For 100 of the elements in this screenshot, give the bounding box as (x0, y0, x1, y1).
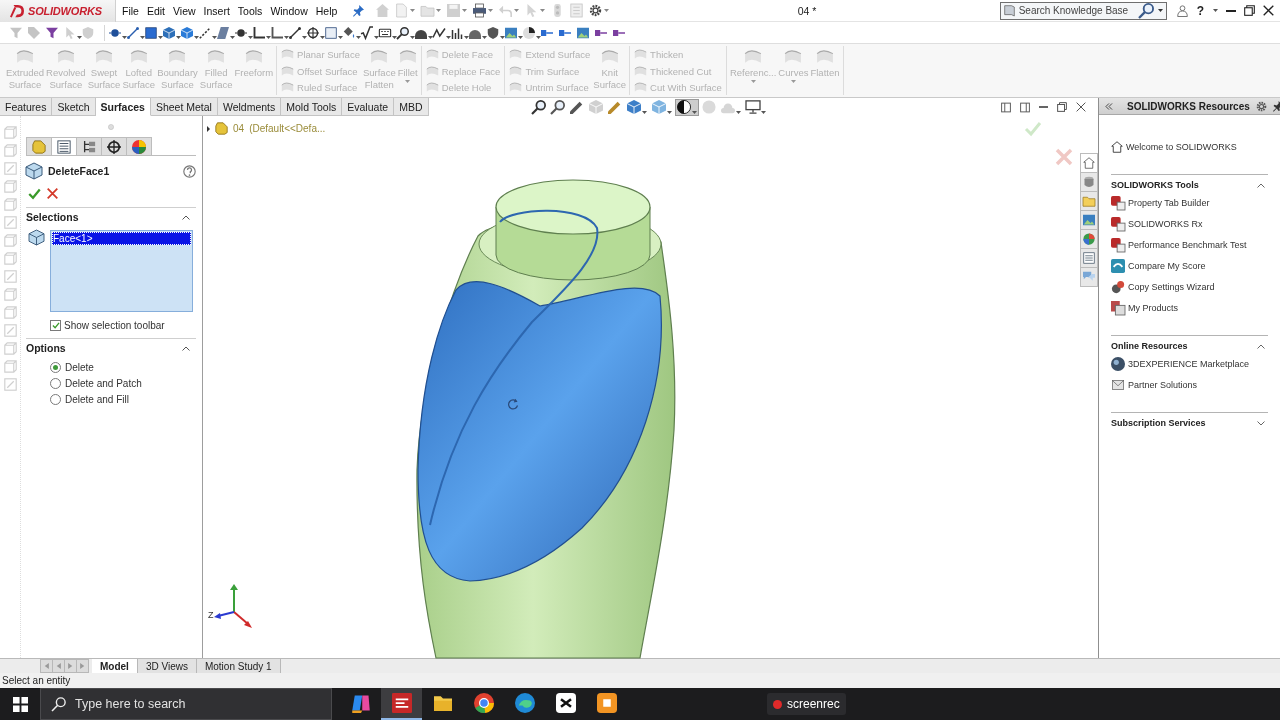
section-header[interactable]: SOLIDWORKS Tools (1111, 178, 1268, 192)
radio-label[interactable]: Delete and Fill (65, 393, 129, 405)
taskbar-search-field[interactable]: Type here to search (40, 688, 332, 720)
section-header[interactable]: Options (26, 341, 196, 355)
funnel-icon[interactable] (46, 26, 58, 39)
resource-link[interactable]: Partner Solutions (1111, 374, 1268, 395)
point-icon[interactable] (235, 26, 247, 39)
chevrons-left-icon[interactable] (1105, 102, 1113, 110)
selection-list[interactable]: Face<1> (50, 230, 193, 312)
resource-link[interactable]: My Products (1111, 297, 1268, 318)
radical-icon[interactable] (361, 26, 373, 39)
tile-left-icon[interactable] (1001, 101, 1011, 113)
task-pane-tab[interactable] (1080, 172, 1098, 192)
resource-link[interactable]: Compare My Score (1111, 255, 1268, 276)
gear-icon[interactable] (589, 4, 603, 17)
view-toolbar-button[interactable] (530, 98, 548, 116)
user-icon[interactable] (1176, 3, 1188, 18)
check-icon[interactable] (1024, 121, 1042, 137)
task-pane-tab[interactable] (1080, 210, 1098, 230)
taskbar-app[interactable] (381, 688, 422, 720)
task-pane-tab[interactable] (1080, 229, 1098, 249)
resource-link[interactable]: 3DEXPERIENCE Marketplace (1111, 353, 1268, 374)
zigzag-icon[interactable] (433, 26, 445, 39)
square-icon[interactable] (145, 26, 157, 39)
view-toolbar-button[interactable] (549, 98, 567, 116)
line-icon[interactable] (289, 26, 301, 39)
cancel-button[interactable] (47, 188, 58, 200)
resource-link[interactable]: Property Tab Builder (1111, 192, 1268, 213)
section-header[interactable]: Subscription Services (1111, 416, 1268, 430)
resource-link[interactable]: SOLIDWORKS Rx (1111, 213, 1268, 234)
pie-icon[interactable] (523, 26, 535, 39)
menu-item[interactable]: View (169, 0, 200, 21)
bars-icon[interactable] (451, 26, 463, 39)
command-tab[interactable]: Mold Tools (281, 98, 343, 116)
image-icon[interactable] (577, 26, 589, 39)
tile-right-icon[interactable] (1020, 101, 1030, 113)
task-pane-tab[interactable] (1080, 153, 1098, 173)
model-tab[interactable]: 3D Views (137, 659, 197, 673)
section-header[interactable]: Online Resources (1111, 339, 1268, 353)
command-tab[interactable]: Evaluate (342, 98, 395, 116)
command-tab[interactable]: MBD (394, 98, 429, 116)
printer-icon[interactable] (473, 4, 487, 17)
panel-tab[interactable] (101, 137, 127, 155)
menu-item[interactable]: Window (266, 0, 312, 21)
keyboard-icon[interactable] (379, 26, 391, 39)
square-icon[interactable] (325, 26, 337, 39)
command-tab[interactable]: Features (0, 98, 53, 116)
magnifier-icon[interactable] (397, 26, 409, 39)
section-header[interactable]: Selections (26, 210, 196, 224)
menu-item[interactable]: Edit (142, 0, 169, 21)
close-icon[interactable] (1076, 102, 1086, 112)
radio-label[interactable]: Delete (65, 361, 94, 373)
task-pane-tab[interactable] (1080, 248, 1098, 268)
plane-icon[interactable] (217, 26, 229, 39)
bucket-icon[interactable] (343, 26, 355, 39)
panel-tab[interactable] (76, 137, 102, 155)
command-tab[interactable]: Weldments (217, 98, 282, 116)
command-tab[interactable]: Sheet Metal (150, 98, 218, 116)
menu-item[interactable]: Tools (233, 0, 267, 21)
radio-button[interactable] (50, 361, 61, 373)
resource-link[interactable]: Performance Benchmark Test (1111, 234, 1268, 255)
restore-icon[interactable] (1057, 102, 1067, 112)
ok-button[interactable] (28, 188, 41, 200)
shield-icon[interactable] (487, 26, 499, 39)
menu-item[interactable]: Insert (199, 0, 234, 21)
view-toolbar-button[interactable] (675, 98, 699, 116)
pin-icon[interactable] (353, 5, 365, 16)
command-tab[interactable]: Sketch (52, 98, 96, 116)
corner-icon[interactable] (253, 26, 265, 39)
point-icon[interactable] (109, 26, 121, 39)
radio-label[interactable]: Delete and Patch (65, 377, 142, 389)
cube-icon[interactable] (181, 26, 193, 39)
resource-link[interactable]: Copy Settings Wizard (1111, 276, 1268, 297)
panel-tab[interactable] (51, 137, 77, 155)
cube-icon[interactable] (163, 26, 175, 39)
crosshair-icon[interactable] (307, 26, 319, 39)
minimize-icon[interactable] (1226, 9, 1236, 12)
menu-item[interactable]: File (118, 0, 143, 21)
view-toolbar-button[interactable] (744, 98, 768, 116)
help-button[interactable]: ? (1195, 3, 1205, 18)
radio-button[interactable] (50, 393, 61, 405)
pin-icon[interactable] (1272, 101, 1280, 111)
welcome-link[interactable]: Welcome to SOLIDWORKS (1111, 136, 1268, 157)
radio-button[interactable] (50, 377, 61, 389)
line-icon[interactable] (127, 26, 139, 39)
dashed-line-icon[interactable] (199, 26, 211, 39)
close-icon[interactable] (1263, 5, 1274, 16)
restore-icon[interactable] (1244, 5, 1255, 16)
recorder-widget[interactable]: screenrec (767, 693, 846, 715)
model-tab[interactable]: Model (92, 659, 138, 673)
search-field[interactable]: Search Knowledge Base (999, 1, 1167, 20)
list-item[interactable]: Face<1> (52, 232, 191, 245)
model-tab[interactable]: Motion Study 1 (196, 659, 281, 673)
image-icon[interactable] (505, 26, 517, 39)
gear-icon[interactable] (1255, 100, 1267, 112)
checkbox-label[interactable]: Show selection toolbar (64, 320, 165, 331)
configuration-name[interactable]: (Default<<Defa... (249, 123, 326, 134)
menu-item[interactable]: Help (311, 0, 342, 21)
corner-icon[interactable] (271, 26, 283, 39)
checkbox[interactable] (50, 320, 61, 331)
